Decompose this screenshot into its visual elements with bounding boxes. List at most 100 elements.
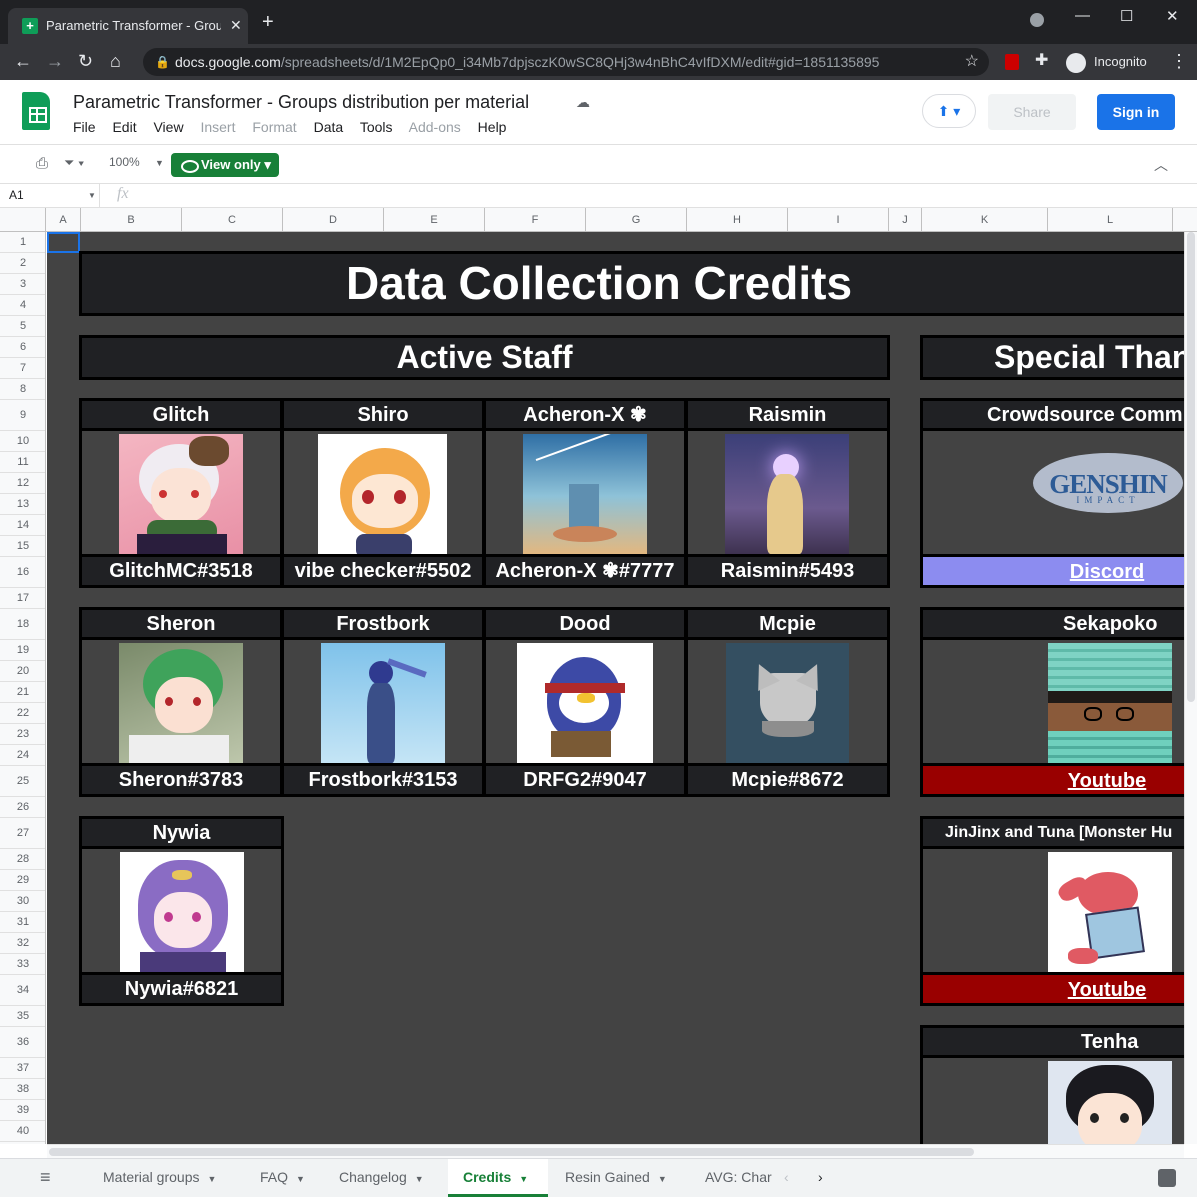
present-button[interactable]: ⬆ ▾: [922, 94, 976, 128]
url-input[interactable]: 🔒 docs.google.com/spreadsheets/d/1M2EpQp…: [143, 48, 989, 76]
collapse-chevron-icon[interactable]: ︿: [1154, 155, 1168, 175]
close-window-icon[interactable]: ✕: [1166, 7, 1179, 25]
row-header[interactable]: 18: [0, 609, 45, 640]
menu-format[interactable]: Format: [252, 119, 296, 135]
zoom-select[interactable]: 100% ▼: [109, 155, 164, 169]
maximize-icon[interactable]: ☐: [1120, 7, 1133, 25]
sheet-tab-material-groups[interactable]: Material groups ▼: [88, 1159, 239, 1197]
sheet-grid[interactable]: Data Collection Credits Active Staff Spe…: [47, 232, 1184, 1144]
menu-help[interactable]: Help: [478, 119, 507, 135]
scroll-tabs-left-icon[interactable]: ‹: [784, 1159, 804, 1197]
row-header[interactable]: 20: [0, 661, 45, 682]
row-header[interactable]: 5: [0, 316, 45, 337]
row-header[interactable]: 38: [0, 1079, 45, 1100]
column-header[interactable]: D: [283, 208, 384, 232]
minimize-icon[interactable]: —: [1075, 7, 1090, 24]
bookmark-star-icon[interactable]: ☆: [965, 48, 979, 76]
row-header[interactable]: 29: [0, 870, 45, 891]
row-header[interactable]: 26: [0, 797, 45, 818]
cloud-status-icon[interactable]: ☁: [576, 94, 590, 111]
filter-icon[interactable]: ⏷ ▾: [64, 155, 84, 171]
column-header[interactable]: H: [687, 208, 788, 232]
column-header[interactable]: B: [81, 208, 182, 232]
menu-insert[interactable]: Insert: [200, 119, 235, 135]
row-header[interactable]: 37: [0, 1058, 45, 1079]
row-header[interactable]: 40: [0, 1121, 45, 1142]
sheet-tab-changelog[interactable]: Changelog ▼: [324, 1159, 446, 1197]
row-header[interactable]: 23: [0, 724, 45, 745]
menu-tools[interactable]: Tools: [360, 119, 393, 135]
row-header[interactable]: 27: [0, 818, 45, 849]
extensions-icon[interactable]: ✚: [1035, 51, 1048, 71]
column-header[interactable]: J: [889, 208, 922, 232]
explore-icon[interactable]: [1158, 1169, 1176, 1187]
back-icon[interactable]: ←: [14, 51, 32, 71]
row-header[interactable]: 35: [0, 1006, 45, 1027]
row-header[interactable]: 12: [0, 473, 45, 494]
tab-search-icon[interactable]: [1030, 13, 1044, 27]
close-tab-icon[interactable]: ✕: [230, 17, 242, 34]
home-icon[interactable]: ⌂: [110, 51, 121, 71]
row-header[interactable]: 1: [0, 232, 45, 253]
horizontal-scroll-thumb[interactable]: [49, 1148, 974, 1156]
row-header[interactable]: 3: [0, 274, 45, 295]
column-header[interactable]: A: [46, 208, 81, 232]
vertical-scrollbar[interactable]: [1184, 232, 1197, 1144]
row-header[interactable]: 6: [0, 337, 45, 358]
row-header[interactable]: 14: [0, 515, 45, 536]
row-header[interactable]: 33: [0, 954, 45, 975]
column-header[interactable]: C: [182, 208, 283, 232]
sheets-logo-icon[interactable]: [22, 92, 50, 130]
row-header[interactable]: 16: [0, 557, 45, 588]
discord-link[interactable]: Discord: [923, 554, 1184, 585]
select-all-corner[interactable]: [0, 208, 46, 232]
row-header[interactable]: 22: [0, 703, 45, 724]
print-icon[interactable]: ⎙: [36, 155, 48, 172]
name-box[interactable]: A1 ▼: [0, 184, 100, 207]
row-header[interactable]: 7: [0, 358, 45, 379]
view-only-button[interactable]: View only ▾: [171, 153, 279, 177]
sheet-tab-faq[interactable]: FAQ ▼: [245, 1159, 322, 1197]
row-header[interactable]: 36: [0, 1027, 45, 1058]
row-header[interactable]: 2: [0, 253, 45, 274]
row-header[interactable]: 21: [0, 682, 45, 703]
row-header[interactable]: 30: [0, 891, 45, 912]
selected-cell-a1[interactable]: [47, 232, 80, 253]
youtube-link[interactable]: Youtube: [923, 972, 1184, 1003]
menu-addons[interactable]: Add-ons: [409, 119, 461, 135]
row-header[interactable]: 9: [0, 400, 45, 431]
sheet-tab-credits[interactable]: Credits ▼: [448, 1159, 548, 1197]
forward-icon[interactable]: →: [46, 51, 64, 71]
row-header[interactable]: 4: [0, 295, 45, 316]
column-header[interactable]: I: [788, 208, 889, 232]
row-header[interactable]: 19: [0, 640, 45, 661]
sheet-tab-avg-char[interactable]: AVG: Char: [690, 1159, 780, 1197]
sheet-tab-resin-gained[interactable]: Resin Gained ▼: [550, 1159, 690, 1197]
scroll-tabs-right-icon[interactable]: ›: [818, 1159, 838, 1197]
browser-tab[interactable]: + Parametric Transformer - Groups ✕: [8, 8, 248, 44]
incognito-badge[interactable]: Incognito: [1066, 50, 1147, 74]
column-header[interactable]: F: [485, 208, 586, 232]
column-header[interactable]: K: [922, 208, 1048, 232]
reload-icon[interactable]: ↻: [78, 51, 93, 71]
row-header[interactable]: 24: [0, 745, 45, 766]
menu-view[interactable]: View: [153, 119, 183, 135]
row-header[interactable]: 34: [0, 975, 45, 1006]
vertical-scroll-thumb[interactable]: [1187, 232, 1195, 702]
row-header[interactable]: 17: [0, 588, 45, 609]
horizontal-scrollbar[interactable]: [47, 1144, 1184, 1158]
youtube-link[interactable]: Youtube: [923, 763, 1184, 794]
menu-edit[interactable]: Edit: [112, 119, 136, 135]
row-header[interactable]: 28: [0, 849, 45, 870]
row-header[interactable]: 15: [0, 536, 45, 557]
row-header[interactable]: 32: [0, 933, 45, 954]
row-header[interactable]: 25: [0, 766, 45, 797]
menu-file[interactable]: File: [73, 119, 96, 135]
ublock-icon[interactable]: [1005, 54, 1019, 70]
browser-menu-icon[interactable]: ⋮: [1170, 51, 1188, 71]
column-header[interactable]: E: [384, 208, 485, 232]
new-tab-icon[interactable]: +: [262, 12, 274, 32]
sign-in-button[interactable]: Sign in: [1097, 94, 1175, 130]
menu-data[interactable]: Data: [314, 119, 344, 135]
row-header[interactable]: 8: [0, 379, 45, 400]
